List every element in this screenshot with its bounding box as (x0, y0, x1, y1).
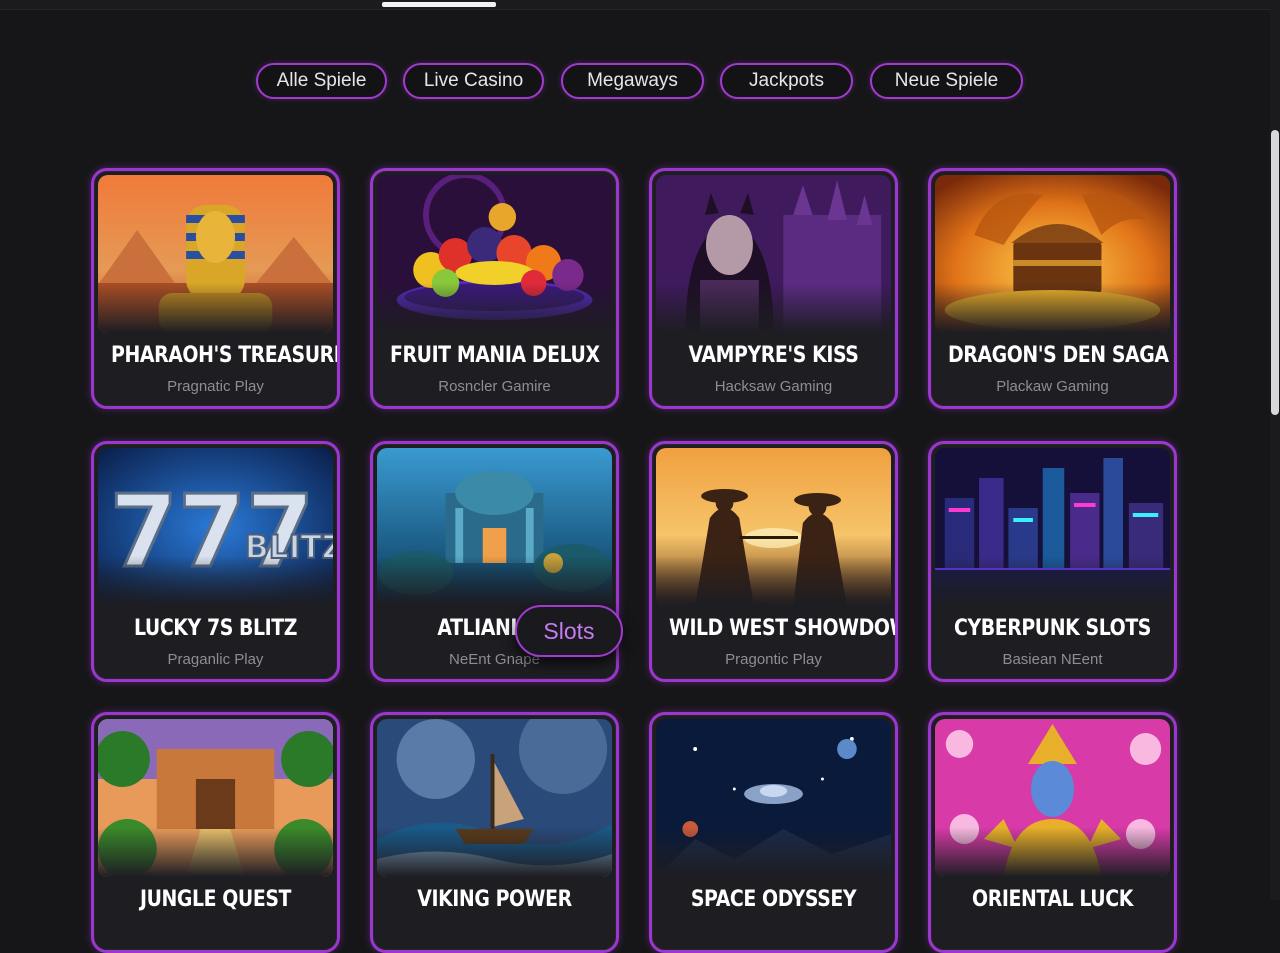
game-card[interactable]: PHARAOH'S TREASURE Pragnatic Play (91, 168, 340, 409)
sevens-art: 777 BLITZ (98, 448, 333, 606)
game-card[interactable]: VAMPYRE'S KISS Hacksaw Gaming (649, 168, 898, 409)
oriental-art (935, 719, 1170, 877)
game-title: VAMPYRE'S KISS (688, 343, 859, 368)
filter-live-casino[interactable]: Live Casino (403, 63, 544, 99)
game-provider: Pragnatic Play (167, 378, 264, 395)
game-card[interactable]: WILD WEST SHOWDOWN Pragontic Play (649, 441, 898, 682)
dragon-art (935, 175, 1170, 333)
game-card[interactable]: 777 BLITZ LUCKY 7S BLITZ Praganlic Play (91, 441, 340, 682)
pharaoh-art (98, 175, 333, 333)
scrollbar-thumb[interactable] (1271, 130, 1279, 415)
fruit-art (377, 175, 612, 333)
game-card[interactable]: DRAGON'S DEN SAGA Plackaw Gaming (928, 168, 1177, 409)
game-card[interactable]: JUNGLE QUEST (91, 712, 340, 953)
game-provider: Pragontic Play (725, 651, 822, 668)
game-title: DRAGON'S DEN SAGA (948, 343, 1169, 368)
top-nav-bar (0, 0, 1270, 10)
vampire-art (656, 175, 891, 333)
active-tab-indicator (382, 2, 496, 7)
cyberpunk-art (935, 448, 1170, 606)
western-art (656, 448, 891, 606)
game-title: WILD WEST SHOWDOWN (669, 616, 895, 641)
game-card[interactable]: SPACE ODYSSEY (649, 712, 898, 953)
game-title: PHARAOH'S TREASURE (111, 343, 340, 368)
game-card[interactable]: CYBERPUNK SLOTS Basiean NEent (928, 441, 1177, 682)
game-provider: Hacksaw Gaming (714, 378, 833, 395)
game-card[interactable]: VIKING POWER (370, 712, 619, 953)
space-art (656, 719, 891, 877)
game-title: FRUIT MANIA DELUX (390, 343, 600, 368)
slots-badge[interactable]: Slots (515, 605, 623, 657)
game-provider: Plackaw Gaming (996, 378, 1109, 395)
game-provider: Praganlic Play (167, 651, 264, 668)
game-title: LUCKY 7S BLITZ (133, 616, 298, 641)
blitz-logo-text: BLITZ (245, 530, 333, 566)
jungle-art (98, 719, 333, 877)
filter-bar: Alle Spiele Live Casino Megaways Jackpot… (0, 63, 1270, 103)
filter-alle-spiele[interactable]: Alle Spiele (256, 63, 387, 99)
filter-neue-spiele[interactable]: Neue Spiele (870, 63, 1023, 99)
atlantis-art (377, 448, 612, 606)
game-card[interactable]: ORIENTAL LUCK (928, 712, 1177, 953)
filter-megaways[interactable]: Megaways (561, 63, 704, 99)
scrollbar[interactable] (1270, 0, 1280, 900)
game-card[interactable]: FRUIT MANIA DELUX Rosncler Gamire (370, 168, 619, 409)
game-provider: Basiean NEent (1002, 651, 1103, 668)
game-title: CYBERPUNK SLOTS (954, 616, 1151, 641)
game-provider: Rosncler Gamire (438, 378, 551, 395)
viking-art (377, 719, 612, 877)
filter-jackpots[interactable]: Jackpots (720, 63, 853, 99)
